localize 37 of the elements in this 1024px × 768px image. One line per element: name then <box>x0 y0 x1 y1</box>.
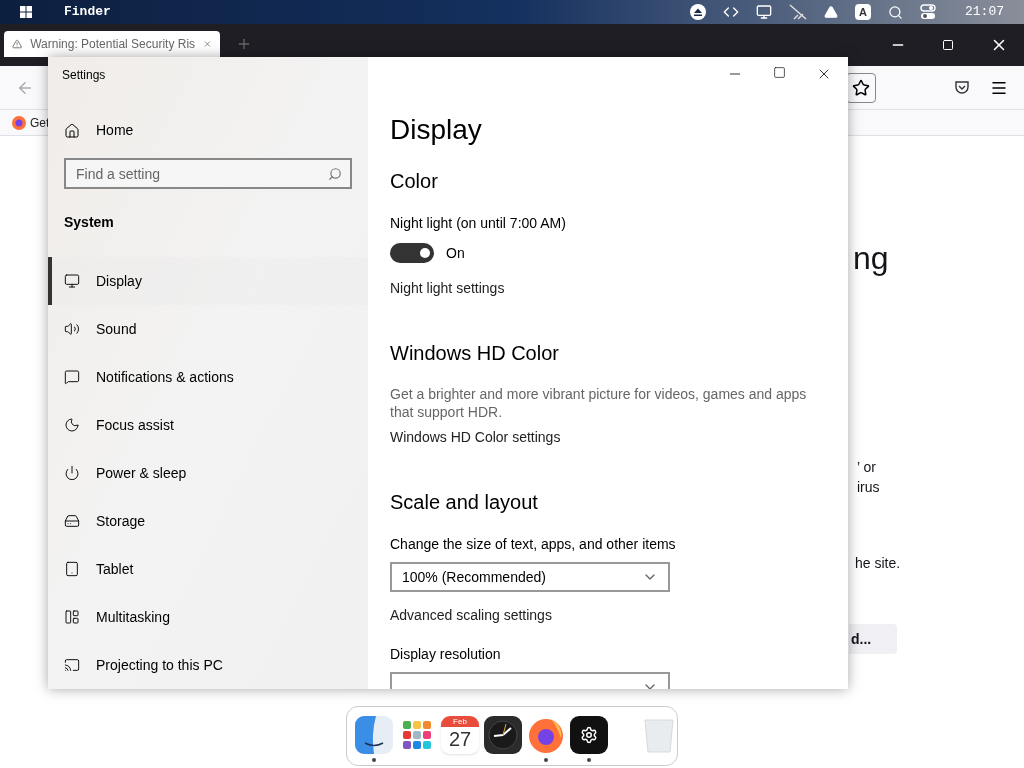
page-text: ’ or <box>857 458 876 477</box>
page-heading: ng <box>853 242 889 274</box>
settings-link[interactable]: Night light settings <box>390 278 505 298</box>
setting-description: Get a brighter and more vibrant picture for videos, games and apps that support HDR. <box>390 385 808 421</box>
nav-item[interactable]: Power & sleep <box>48 449 368 497</box>
clock-time[interactable]: 21:07 <box>965 2 1004 22</box>
section-title: Scale and layout <box>390 490 538 515</box>
advanced-button[interactable]: d... <box>849 624 897 654</box>
browser-tab[interactable]: Warning: Potential Security Ris <box>4 31 220 57</box>
page-text: irus <box>857 478 880 497</box>
search-field[interactable]: Find a setting <box>64 158 352 189</box>
section-heading: System <box>64 213 115 232</box>
setting-label: Change the size of text, apps, and other items <box>390 535 676 554</box>
home-link[interactable]: Home <box>96 120 134 141</box>
tab-title: Warning: Potential Security Ris <box>30 36 196 53</box>
section-title: Windows HD Color <box>390 341 559 366</box>
setting-label: Display resolution <box>390 645 501 664</box>
window-title: Settings <box>62 67 107 84</box>
nav-item[interactable]: Projecting to this PC <box>48 641 368 689</box>
nav-item[interactable]: Multitasking <box>48 593 368 641</box>
setting-label: Night light (on until 7:00 AM) <box>390 214 566 233</box>
bookmark-link[interactable]: Get <box>30 113 50 132</box>
nav-item[interactable]: Focus assist <box>48 401 368 449</box>
nav-item[interactable]: Sound <box>48 305 368 353</box>
calendar-icon[interactable]: Feb 27 <box>441 716 479 754</box>
nav-item[interactable]: Notifications & actions <box>48 353 368 401</box>
page-text: he site. <box>854 554 901 573</box>
app-name[interactable]: Finder <box>64 2 111 22</box>
nav-item[interactable]: Storage <box>48 497 368 545</box>
toggle-state: On <box>446 243 465 263</box>
input-method-button[interactable]: A <box>855 4 871 20</box>
dropdown[interactable]: 100% (Recommended) <box>390 562 670 592</box>
settings-link[interactable]: Windows HD Color settings <box>390 427 561 447</box>
nav-item[interactable]: Tablet <box>48 545 368 593</box>
page-title: Display <box>390 113 482 147</box>
settings-link[interactable]: Advanced scaling settings <box>390 605 552 625</box>
section-title: Color <box>390 169 438 194</box>
